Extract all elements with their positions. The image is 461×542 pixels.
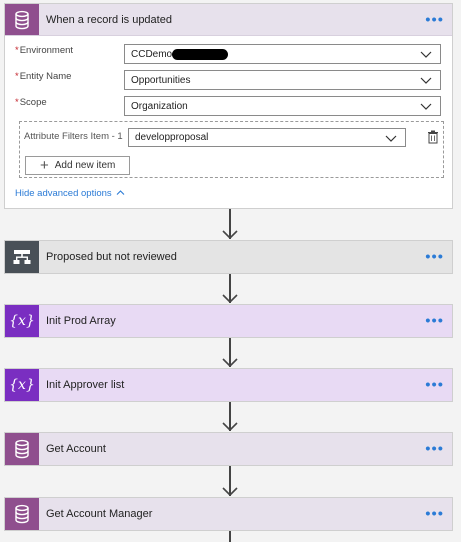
attribute-filter-value: developproposal (135, 132, 209, 143)
redacted-mark (172, 48, 229, 60)
step-title: Get Account Manager (46, 508, 153, 520)
database-icon (5, 498, 39, 530)
step-header[interactable]: Proposed but not reviewed ••• (5, 241, 452, 273)
step-header[interactable]: {x} Init Approver list ••• (5, 369, 452, 401)
chevron-down-icon (420, 103, 432, 110)
variable-icon: {x} (5, 369, 39, 401)
scope-value: Organization (131, 100, 188, 112)
attribute-filter-select[interactable]: developproposal (128, 128, 406, 147)
step-title: Init Approver list (46, 379, 125, 391)
plus-icon: + (40, 157, 49, 174)
step-title: Proposed but not reviewed (46, 251, 177, 263)
scope-row: *Scope (15, 97, 124, 108)
more-options-button[interactable]: ••• (425, 250, 444, 265)
entity-name-value: Opportunities (131, 74, 191, 86)
delete-icon[interactable] (427, 130, 439, 144)
chevron-down-icon (420, 77, 432, 84)
scope-label: *Scope (15, 97, 47, 108)
trigger-title: When a record is updated (46, 13, 172, 26)
arrow-down-icon (222, 294, 238, 303)
variable-icon: {x} (5, 305, 39, 337)
database-icon (5, 433, 39, 465)
condition-icon (5, 241, 39, 273)
attribute-filters-label: Attribute Filters Item - 1 (24, 131, 123, 142)
arrow-down-icon (222, 358, 238, 367)
step-header[interactable]: {x} Init Prod Array ••• (5, 305, 452, 337)
variable-glyph: {x} (9, 313, 35, 329)
chevron-down-icon (420, 51, 432, 58)
scope-select[interactable]: Organization (124, 96, 441, 116)
environment-value: CCDemo (131, 48, 173, 60)
database-icon (5, 4, 39, 35)
hide-advanced-options-link[interactable]: Hide advanced options (15, 188, 125, 199)
entity-name-label: *Entity Name (15, 71, 72, 82)
flow-connector (229, 531, 231, 542)
more-options-button[interactable]: ••• (425, 442, 444, 457)
step-card-init-approver-list[interactable]: {x} Init Approver list ••• (4, 368, 453, 402)
step-header[interactable]: Get Account Manager ••• (5, 498, 452, 530)
attribute-filters-group: Attribute Filters Item - 1 developpropos… (19, 121, 444, 178)
chevron-up-icon (116, 190, 125, 195)
step-card-condition[interactable]: Proposed but not reviewed ••• (4, 240, 453, 274)
environment-row: *Environment (15, 45, 124, 56)
entity-name-select[interactable]: Opportunities (124, 70, 441, 90)
environment-select[interactable]: CCDemo (124, 44, 441, 64)
arrow-down-icon (222, 422, 238, 431)
add-new-item-button[interactable]: + Add new item (25, 156, 130, 175)
variable-glyph: {x} (9, 377, 35, 393)
more-options-button[interactable]: ••• (425, 314, 444, 329)
arrow-down-icon (222, 487, 238, 496)
step-title: Get Account (46, 443, 106, 455)
chevron-down-icon (385, 135, 397, 142)
advanced-link-label: Hide advanced options (15, 188, 112, 199)
more-options-button[interactable]: ••• (425, 507, 444, 522)
step-card-init-prod-array[interactable]: {x} Init Prod Array ••• (4, 304, 453, 338)
trigger-header[interactable]: When a record is updated ••• (5, 4, 452, 36)
step-header[interactable]: Get Account ••• (5, 433, 452, 465)
step-card-get-account[interactable]: Get Account ••• (4, 432, 453, 466)
step-title: Init Prod Array (46, 315, 116, 327)
step-card-get-account-manager[interactable]: Get Account Manager ••• (4, 497, 453, 531)
environment-label: *Environment (15, 45, 74, 56)
more-options-button[interactable]: ••• (425, 12, 444, 27)
trigger-card: When a record is updated ••• *Environmen… (4, 3, 453, 209)
more-options-button[interactable]: ••• (425, 378, 444, 393)
entity-name-row: *Entity Name (15, 71, 124, 82)
arrow-down-icon (222, 230, 238, 239)
add-new-item-label: Add new item (54, 160, 116, 171)
